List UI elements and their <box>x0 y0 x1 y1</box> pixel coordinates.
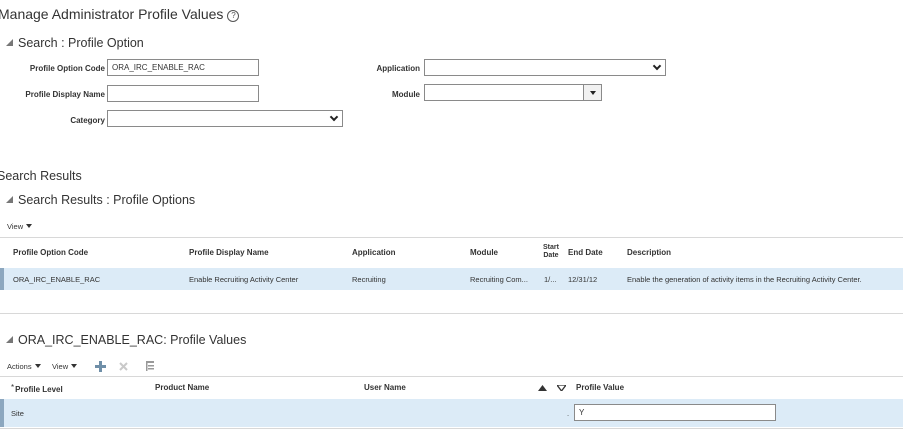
help-icon[interactable]: ? <box>227 10 240 22</box>
col-header-user-name[interactable]: User Name <box>364 383 406 392</box>
col-header-module[interactable]: Module <box>470 248 498 257</box>
profile-display-name-input[interactable] <box>107 85 259 102</box>
col-header-profile-option-code[interactable]: Profile Option Code <box>13 248 88 257</box>
caret-down-icon <box>71 364 78 368</box>
cell-dot: . <box>567 409 570 418</box>
collapse-triangle-icon <box>6 336 13 343</box>
category-label: Category <box>70 116 105 125</box>
module-select[interactable] <box>424 84 602 101</box>
sort-ascending-icon[interactable] <box>538 385 547 391</box>
category-select[interactable] <box>107 110 343 127</box>
divider <box>0 237 903 238</box>
add-icon[interactable] <box>95 361 106 372</box>
col-header-profile-value[interactable]: Profile Value <box>576 383 624 392</box>
application-select[interactable] <box>424 59 666 76</box>
col-header-application[interactable]: Application <box>352 248 396 257</box>
view-menu[interactable]: View <box>52 362 78 371</box>
cell-profile-display-name: Enable Recruiting Activity Center <box>189 275 299 284</box>
detach-icon[interactable] <box>145 360 156 372</box>
divider <box>0 428 903 429</box>
col-header-end-date[interactable]: End Date <box>568 248 603 257</box>
cell-description: Enable the generation of activity items … <box>627 275 862 284</box>
search-results-section-header[interactable]: Search Results : Profile Options <box>6 193 195 207</box>
col-header-product-name[interactable]: Product Name <box>155 383 209 392</box>
row-selector[interactable] <box>0 399 4 427</box>
col-header-description[interactable]: Description <box>627 248 671 257</box>
collapse-triangle-icon <box>6 196 13 203</box>
profile-value-input[interactable]: Y <box>574 404 776 421</box>
profile-values-section-header[interactable]: ORA_IRC_ENABLE_RAC: Profile Values <box>6 333 246 347</box>
cell-profile-level: Site <box>11 409 24 418</box>
sort-descending-icon[interactable] <box>557 385 566 391</box>
caret-down-icon <box>34 364 41 368</box>
cell-profile-option-code: ORA_IRC_ENABLE_RAC <box>13 275 101 284</box>
caret-down-icon <box>590 91 596 95</box>
view-menu[interactable]: View <box>7 222 33 231</box>
row-selector[interactable] <box>0 268 4 290</box>
caret-down-icon <box>26 224 33 228</box>
required-mark: * <box>11 383 15 392</box>
chevron-down-icon <box>329 112 339 122</box>
cell-end-date: 12/31/12 <box>568 275 598 284</box>
application-label: Application <box>376 64 420 73</box>
col-header-profile-display-name[interactable]: Profile Display Name <box>189 248 269 257</box>
search-section-header[interactable]: Search : Profile Option <box>6 36 144 50</box>
col-header-profile-level[interactable]: *Profile Level <box>11 383 63 394</box>
profile-option-code-label: Profile Option Code <box>29 64 105 73</box>
collapse-triangle-icon[interactable] <box>6 39 13 46</box>
cell-module: Recruiting Com... <box>470 275 528 284</box>
delete-icon[interactable] <box>119 362 128 371</box>
col-header-start-date[interactable]: Start Date <box>543 244 559 260</box>
chevron-down-icon <box>652 61 662 71</box>
divider <box>0 376 903 377</box>
page-title: Manage Administrator Profile Values? <box>0 6 240 22</box>
module-label: Module <box>392 90 420 99</box>
actions-menu[interactable]: Actions <box>7 362 41 371</box>
cell-start-date: 1/... <box>544 275 557 284</box>
cell-application: Recruiting <box>352 275 386 284</box>
profile-option-code-input[interactable]: ORA_IRC_ENABLE_RAC <box>107 59 259 76</box>
search-results-title: Search Results <box>0 169 82 183</box>
profile-display-name-label: Profile Display Name <box>25 90 105 99</box>
divider <box>0 313 903 314</box>
dropdown-button[interactable] <box>583 85 601 100</box>
